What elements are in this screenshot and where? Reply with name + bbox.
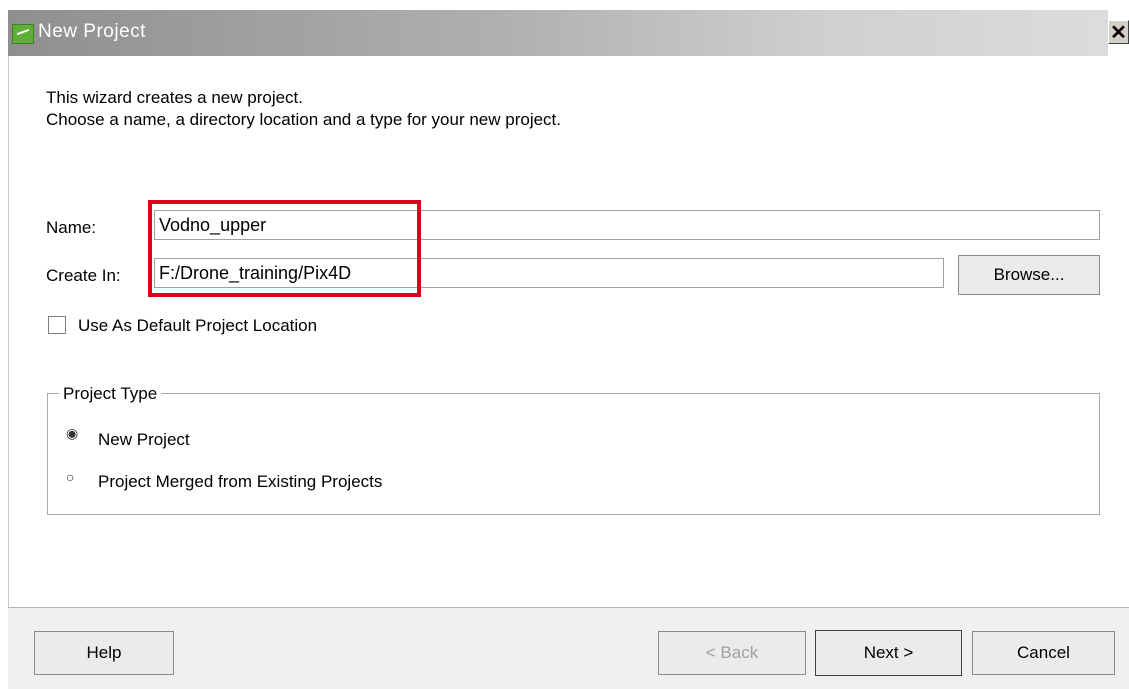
description-line-2: Choose a name, a directory location and … (46, 110, 562, 129)
back-button[interactable]: < Back (658, 631, 806, 675)
radio-new-project-label: New Project (98, 430, 190, 449)
project-type-group (47, 393, 1100, 515)
description-line-1: This wizard creates a new project. (46, 88, 303, 107)
default-location-label: Use As Default Project Location (78, 316, 318, 335)
window-title: New Project (38, 21, 146, 42)
create-in-input[interactable]: F:/Drone_training/Pix4D (154, 258, 944, 288)
create-in-label: Create In: (46, 266, 121, 285)
title-bar-gradient (8, 10, 1108, 56)
window-border (8, 56, 9, 608)
app-icon (12, 24, 34, 44)
project-type-title: Project Type (59, 384, 162, 404)
close-icon[interactable]: ✕ (1108, 20, 1129, 44)
radio-merged-project-icon[interactable]: ○ (66, 469, 74, 485)
radio-new-project-icon[interactable]: ◉ (66, 425, 78, 442)
cancel-button[interactable]: Cancel (972, 631, 1115, 675)
next-button[interactable]: Next > (815, 630, 962, 676)
radio-merged-project-label: Project Merged from Existing Projects (98, 472, 383, 491)
default-location-checkbox[interactable] (48, 316, 66, 334)
name-label: Name: (46, 218, 97, 237)
help-button[interactable]: Help (34, 631, 174, 675)
browse-button[interactable]: Browse... (958, 255, 1100, 295)
name-input[interactable]: Vodno_upper (154, 210, 1100, 240)
title-bar: New Project ✕ (0, 0, 1129, 62)
